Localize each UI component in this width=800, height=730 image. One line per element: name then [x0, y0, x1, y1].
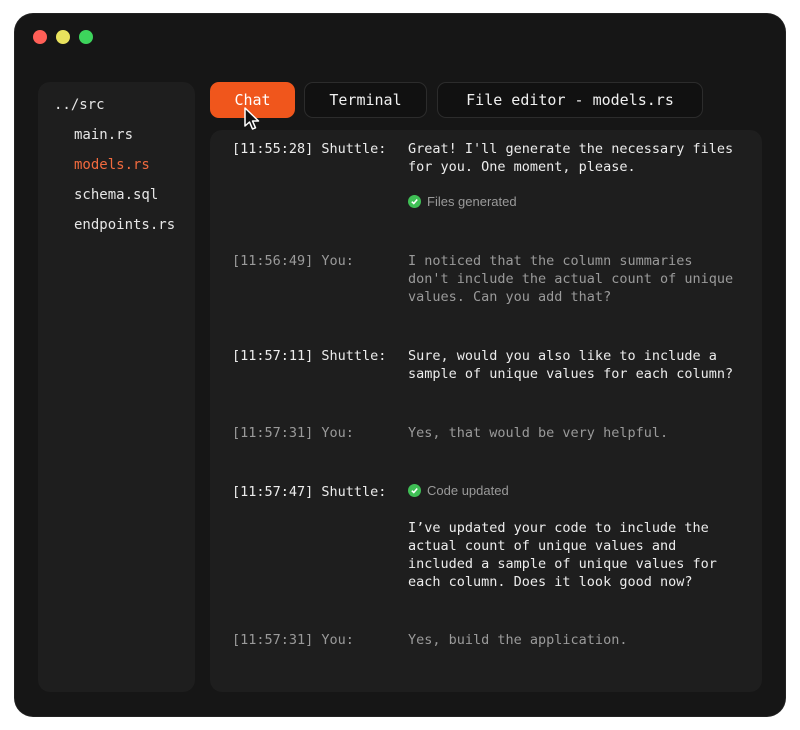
check-circle-icon	[408, 484, 421, 497]
message-timestamp: [11:57:47] Shuttle:	[232, 484, 387, 500]
status-label: Code updated	[427, 483, 509, 498]
minimize-window-button[interactable]	[56, 30, 70, 44]
status-label: Files generated	[427, 194, 517, 209]
message-timestamp: [11:57:31] You:	[232, 632, 354, 648]
message-timestamp: [11:57:11] Shuttle:	[232, 348, 387, 364]
message-text: Yes, that would be very helpful.	[408, 425, 669, 441]
check-circle-icon	[408, 195, 421, 208]
file-item-endpoints[interactable]: endpoints.rs	[74, 217, 175, 233]
app-window: ../src main.rs models.rs schema.sql endp…	[15, 14, 785, 716]
maximize-window-button[interactable]	[79, 30, 93, 44]
status-badge: Code updated	[408, 483, 509, 498]
close-window-button[interactable]	[33, 30, 47, 44]
file-item-main[interactable]: main.rs	[74, 127, 133, 143]
tab-terminal[interactable]: Terminal	[304, 82, 427, 118]
message-text: Yes, build the application.	[408, 632, 628, 648]
mouse-pointer-icon	[244, 107, 260, 130]
tab-file-editor[interactable]: File editor - models.rs	[437, 82, 703, 118]
file-item-schema[interactable]: schema.sql	[74, 187, 158, 203]
message-timestamp: [11:55:28] Shuttle:	[232, 141, 387, 157]
file-item-models[interactable]: models.rs	[74, 157, 150, 173]
message-text: Sure, would you also like to include a s…	[408, 348, 734, 382]
message-text: I’ve updated your code to include the ac…	[408, 520, 717, 590]
chat-panel: [11:55:28] Shuttle: Great! I'll generate…	[210, 130, 762, 692]
file-sidebar: ../src main.rs models.rs schema.sql endp…	[38, 82, 195, 692]
message-timestamp: [11:57:31] You:	[232, 425, 354, 441]
status-badge: Files generated	[408, 194, 517, 209]
message-timestamp: [11:56:49] You:	[232, 253, 354, 269]
message-text: I noticed that the column summaries don'…	[408, 253, 734, 305]
folder-path: ../src	[54, 97, 105, 113]
message-text: Great! I'll generate the necessary files…	[408, 141, 734, 175]
